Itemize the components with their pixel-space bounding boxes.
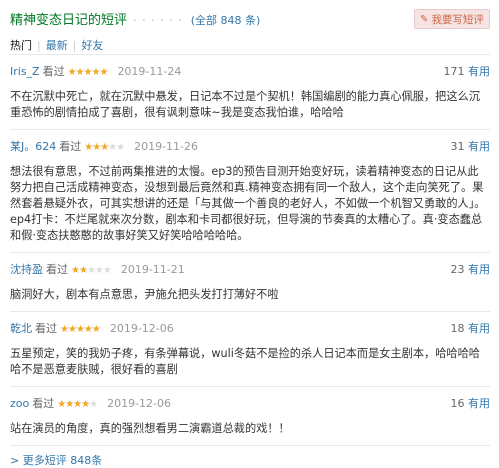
review-text: 五星预定，笑的我奶子疼，有条弹幕说，wuli冬菇不是捡的杀人日记本而是女主剧本，…	[10, 347, 480, 376]
star-icon: ★	[102, 265, 112, 276]
watched-status: 看过	[42, 65, 65, 78]
star-icon: ★	[75, 67, 85, 78]
review-meta: 乾北 看过 ★★★★★ 2019-12-06 18 有用	[10, 322, 490, 336]
comments-panel: 精神变态日记的短评 · · · · · · (全部 848 条) ✎ 我要写短评…	[0, 0, 499, 467]
rating-stars: ★★★★★	[71, 265, 112, 276]
review-date: 2019-11-21	[120, 263, 185, 276]
review-username[interactable]: 沈持盈	[10, 263, 43, 276]
tab-latest[interactable]: 最新	[46, 37, 68, 53]
star-icon: ★	[91, 324, 101, 335]
useful-button[interactable]: 有用	[468, 322, 490, 335]
review-text: 想法很有意思，不过前两集推进的太慢。ep3的预告目测开始变好玩，读着精神变态的日…	[10, 165, 486, 242]
watched-status: 看过	[59, 140, 82, 153]
review-date: 2019-11-24	[117, 65, 182, 78]
tab-hot[interactable]: 热门	[10, 37, 32, 53]
vote-count: 171	[443, 65, 465, 78]
star-icon: ★	[67, 67, 77, 78]
star-icon: ★	[83, 324, 93, 335]
useful-vote: 171 有用	[444, 65, 491, 79]
star-icon: ★	[75, 324, 85, 335]
tab-friends[interactable]: 好友	[81, 37, 103, 53]
review-meta: zoo 看过 ★★★★★ 2019-12-06 16 有用	[10, 397, 490, 411]
panel-header: 精神变态日记的短评 · · · · · · (全部 848 条) ✎ 我要写短评	[10, 0, 490, 36]
star-icon: ★	[94, 265, 104, 276]
review-meta: 某J。624 看过 ★★★★★ 2019-11-26 31 有用	[10, 140, 490, 154]
all-comments-link[interactable]: (全部 848 条)	[191, 14, 261, 27]
review-meta: 沈持盈 看过 ★★★★★ 2019-11-21 23 有用	[10, 263, 490, 277]
panel-title: 精神变态日记的短评 · · · · · · (全部 848 条)	[10, 9, 260, 28]
watched-status: 看过	[35, 322, 57, 335]
useful-vote: 23 有用	[451, 263, 491, 277]
review-item: 沈持盈 看过 ★★★★★ 2019-11-21 23 有用 脑洞好大，剧本有点意思，尹施允…	[10, 252, 490, 311]
star-icon: ★	[108, 142, 117, 153]
write-comment-label: 我要写短评	[431, 13, 484, 26]
tab-separator: |	[72, 38, 77, 52]
vote-count: 31	[450, 140, 465, 153]
review-username[interactable]: 某J。624	[10, 140, 56, 153]
star-icon: ★	[99, 67, 108, 78]
rating-stars: ★★★★★	[84, 142, 125, 153]
useful-vote: 31 有用	[451, 140, 491, 154]
review-date: 2019-12-06	[107, 397, 172, 410]
star-icon: ★	[92, 142, 101, 153]
star-icon: ★	[86, 265, 96, 276]
useful-button[interactable]: 有用	[468, 65, 490, 78]
vote-count: 18	[450, 322, 465, 335]
review-date: 2019-11-26	[134, 140, 199, 153]
review-text: 不在沉默中死亡，就在沉默中悬发，日记本不过是个契机！韩国编剧的能力真心佩服，把这…	[10, 90, 480, 119]
review-item: 某J。624 看过 ★★★★★ 2019-11-26 31 有用想法很有意思，不过前两集…	[10, 129, 490, 252]
review-item: 乾北 看过 ★★★★★ 2019-12-06 18 有用 五星预定，笑的我奶子疼，有条弹幕…	[10, 311, 490, 386]
review-meta: Iris_Z 看过 ★★★★★ 2019-11-24 171 有用	[10, 65, 490, 79]
review-list: Iris_Z 看过 ★★★★★ 2019-11-24 171 有用 不在沉默中死亡，就在沉…	[10, 54, 490, 445]
star-icon: ★	[78, 265, 88, 276]
write-comment-button[interactable]: ✎ 我要写短评	[414, 9, 490, 29]
star-icon: ★	[67, 324, 77, 335]
rating-stars: ★★★★★	[60, 324, 101, 335]
review-text: 脑洞好大，剧本有点意思，尹施允把头发打打薄好不啦	[10, 288, 279, 301]
review-username[interactable]: Iris_Z	[10, 65, 40, 78]
more-comments-link[interactable]: > 更多短评 848条	[10, 454, 102, 467]
useful-button[interactable]: 有用	[468, 397, 490, 410]
review-username[interactable]: zoo	[10, 397, 29, 410]
rating-stars: ★★★★★	[67, 67, 109, 78]
star-icon: ★	[100, 142, 109, 153]
star-icon: ★	[71, 265, 80, 276]
review-item: zoo 看过 ★★★★★ 2019-12-06 16 有用 站在演员的角度，真的强烈想看男…	[10, 386, 490, 445]
footer: > 更多短评 848条	[10, 445, 490, 468]
star-icon: ★	[83, 67, 93, 78]
useful-button[interactable]: 有用	[468, 263, 490, 276]
vote-count: 16	[450, 397, 465, 410]
pen-icon: ✎	[420, 13, 429, 25]
review-item: Iris_Z 看过 ★★★★★ 2019-11-24 171 有用不在沉默中死亡，就在沉…	[10, 54, 490, 129]
watched-status: 看过	[46, 263, 68, 276]
useful-vote: 16 有用	[451, 397, 491, 411]
title-text: 精神变态日记的短评	[10, 13, 128, 28]
filter-tabs: 热门 | 最新 | 好友	[10, 36, 490, 54]
useful-vote: 18 有用	[451, 322, 491, 336]
title-dots: · · · · · ·	[133, 14, 183, 27]
tab-separator: |	[37, 38, 41, 52]
vote-count: 23	[450, 263, 465, 276]
review-text: 站在演员的角度，真的强烈想看男二演霸道总裁的戏！！	[10, 422, 290, 435]
review-date: 2019-12-06	[109, 322, 174, 335]
watched-status: 看过	[32, 397, 55, 410]
star-icon: ★	[116, 142, 125, 153]
review-username[interactable]: 乾北	[10, 322, 32, 335]
star-icon: ★	[60, 324, 69, 335]
useful-button[interactable]: 有用	[468, 140, 490, 153]
